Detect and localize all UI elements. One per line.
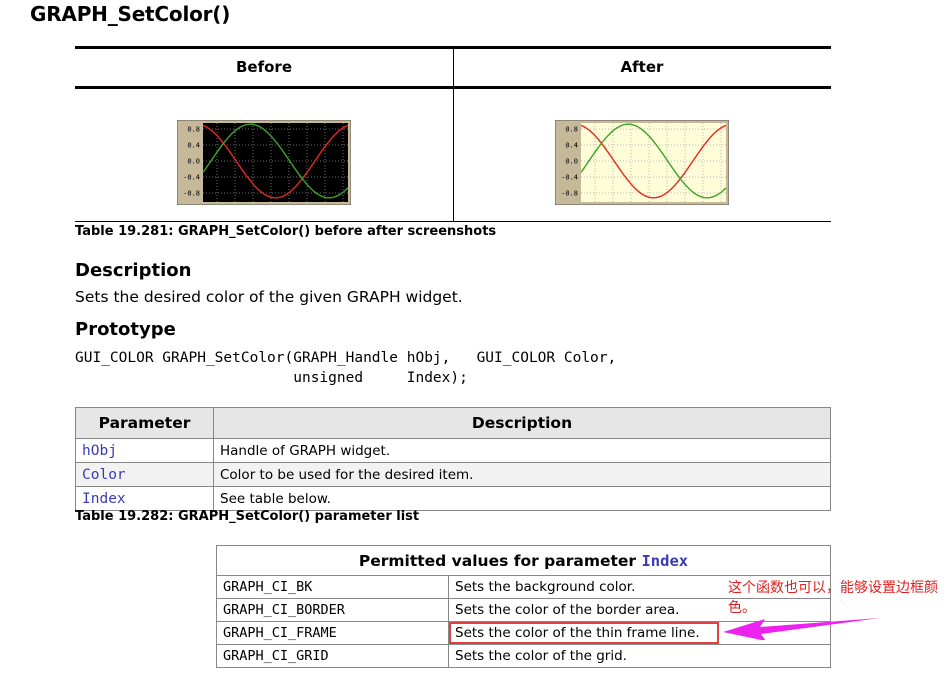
param-desc: See table below. — [213, 486, 831, 511]
table-caption-parameters: Table 19.282: GRAPH_SetColor() parameter… — [75, 509, 420, 524]
param-name[interactable]: Index — [75, 486, 214, 511]
parameter-column-header: Parameter — [75, 407, 214, 439]
tick-label: -0.4 — [183, 174, 200, 182]
prototype-line-1: GUI_COLOR GRAPH_SetColor(GRAPH_Handle hO… — [75, 350, 617, 366]
tick-label: -0.4 — [561, 174, 578, 182]
permitted-values-header: Permitted values for parameter Index — [216, 545, 831, 576]
param-name[interactable]: Color — [75, 462, 214, 487]
tick-label: -0.8 — [183, 190, 200, 198]
tick-label: 0.8 — [565, 126, 578, 134]
page-title: GRAPH_SetColor() — [30, 2, 231, 26]
value-key: GRAPH_CI_BORDER — [216, 598, 449, 622]
param-desc: Handle of GRAPH widget. — [213, 438, 831, 463]
value-desc: Sets the color of the grid. — [448, 644, 831, 668]
table-caption-screenshots: Table 19.281: GRAPH_SetColor() before af… — [75, 224, 497, 239]
tick-label: 0.4 — [565, 142, 578, 150]
prototype-code: GUI_COLOR GRAPH_SetColor(GRAPH_Handle hO… — [75, 348, 616, 388]
tick-label: 0.0 — [565, 158, 578, 166]
after-header: After — [620, 58, 664, 76]
table-row: GRAPH_CI_GRID Sets the color of the grid… — [216, 644, 831, 668]
tick-label: 0.4 — [187, 142, 200, 150]
value-key: GRAPH_CI_FRAME — [216, 621, 449, 645]
highlight-box — [449, 622, 719, 644]
param-name[interactable]: hObj — [75, 438, 214, 463]
tick-label: 0.0 — [187, 158, 200, 166]
tick-label: 0.8 — [187, 126, 200, 134]
permitted-values-header-param[interactable]: Index — [641, 552, 688, 570]
table-bottom-rule — [75, 221, 831, 222]
description-heading: Description — [75, 260, 192, 281]
after-graph-screenshot: 0.8 0.4 0.0 -0.4 -0.8 — [555, 120, 729, 205]
description-text: Sets the desired color of the given GRAP… — [75, 288, 463, 306]
value-key: GRAPH_CI_GRID — [216, 644, 449, 668]
table-row: Index See table below. — [75, 486, 831, 511]
description-column-header: Description — [213, 407, 831, 439]
before-graph-screenshot: 0.8 0.4 0.0 -0.4 -0.8 — [177, 120, 351, 205]
prototype-heading: Prototype — [75, 319, 176, 340]
param-desc: Color to be used for the desired item. — [213, 462, 831, 487]
tick-label: -0.8 — [561, 190, 578, 198]
parameter-table: Parameter Description hObj Handle of GRA… — [75, 407, 831, 511]
before-header: Before — [235, 58, 292, 76]
annotation-arrow-icon — [723, 618, 880, 640]
value-key: GRAPH_CI_BK — [216, 575, 449, 599]
table-row: hObj Handle of GRAPH widget. — [75, 438, 831, 463]
table-row: Color Color to be used for the desired i… — [75, 462, 831, 487]
before-after-table: Before After 0.8 0.4 0.0 -0.4 -0.8 0.8 0.4 0.0… — [75, 46, 831, 222]
prototype-line-2: unsigned Index); — [75, 370, 468, 386]
table-column-divider — [453, 46, 454, 222]
permitted-values-header-text: Permitted values for parameter — [358, 551, 637, 570]
